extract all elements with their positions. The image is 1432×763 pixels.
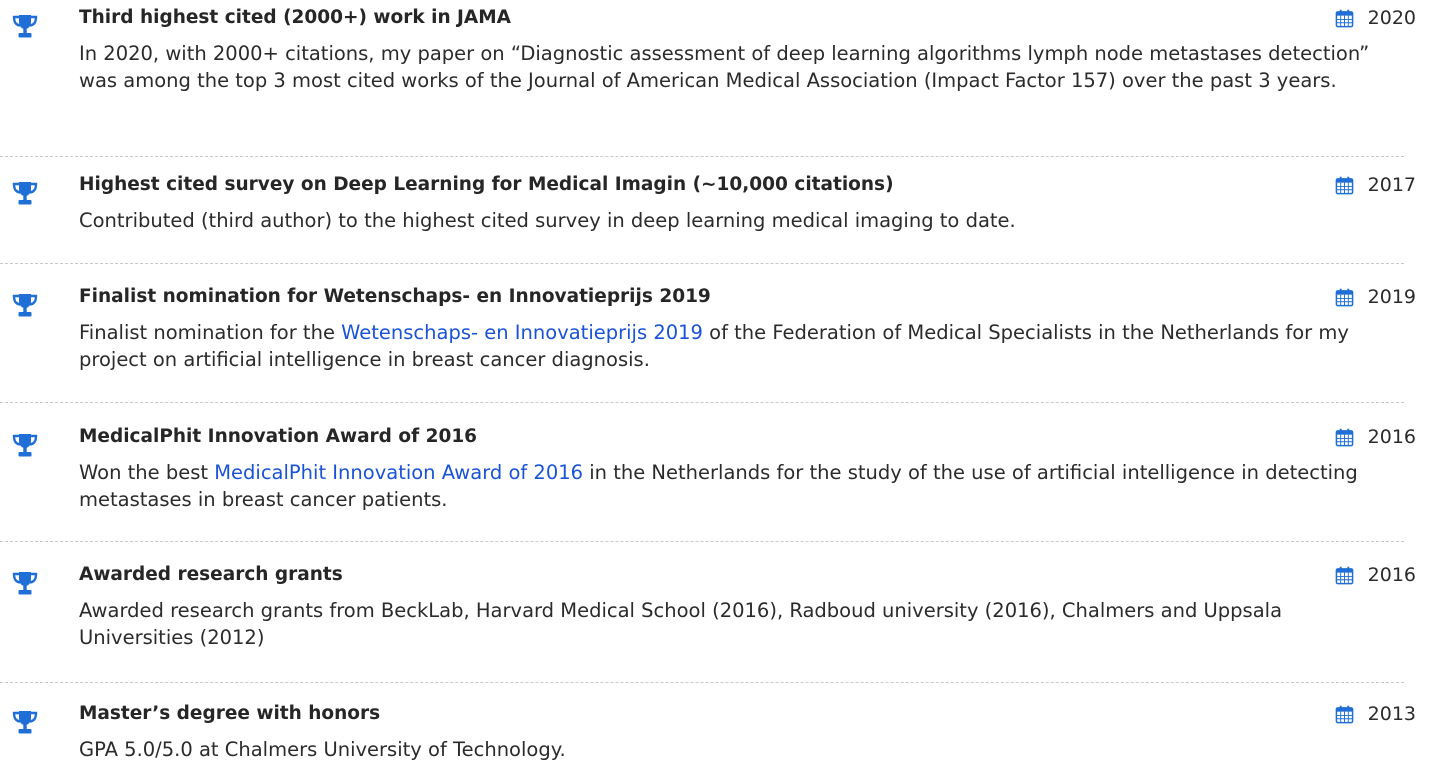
- award-item: Awarded research grants 2016 Awarded res…: [0, 563, 1432, 651]
- award-description: Awarded research grants from BeckLab, Ha…: [79, 597, 1416, 651]
- trophy-icon: [12, 711, 38, 734]
- trophy-icon: [12, 434, 38, 457]
- trophy-icon: [12, 182, 38, 205]
- award-description: In 2020, with 2000+ citations, my paper …: [79, 40, 1416, 94]
- award-link[interactable]: Wetenschaps- en Innovatieprijs 2019: [341, 321, 703, 344]
- award-title: Highest cited survey on Deep Learning fo…: [79, 174, 894, 195]
- calendar-icon: [1335, 9, 1353, 27]
- award-date: 2016: [1335, 563, 1416, 587]
- award-header: Third highest cited (2000+) work in JAMA…: [79, 6, 1416, 30]
- award-year: 2013: [1367, 703, 1416, 725]
- award-description: Won the best MedicalPhit Innovation Awar…: [79, 459, 1416, 513]
- award-header: Awarded research grants 2016: [79, 563, 1416, 587]
- calendar-icon: [1335, 705, 1353, 723]
- calendar-icon: [1335, 566, 1353, 584]
- award-title: Awarded research grants: [79, 564, 343, 585]
- award-year: 2017: [1367, 174, 1416, 196]
- award-date: 2013: [1335, 702, 1416, 726]
- award-item: Master’s degree with honors 2013 GPA 5.0…: [0, 702, 1432, 763]
- calendar-icon: [1335, 288, 1353, 306]
- award-year: 2019: [1367, 286, 1416, 308]
- award-description-text: In 2020, with 2000+ citations, my paper …: [79, 42, 1370, 92]
- trophy-icon: [12, 572, 38, 595]
- award-year: 2016: [1367, 564, 1416, 586]
- award-date: 2020: [1335, 6, 1416, 30]
- award-year: 2020: [1367, 7, 1416, 29]
- trophy-icon: [12, 15, 38, 38]
- award-title: Master’s degree with honors: [79, 703, 381, 724]
- award-link[interactable]: MedicalPhit Innovation Award of 2016: [214, 461, 583, 484]
- award-header: Master’s degree with honors 2013: [79, 702, 1416, 726]
- award-description-text: Awarded research grants from BeckLab, Ha…: [79, 599, 1283, 649]
- award-item: Highest cited survey on Deep Learning fo…: [0, 173, 1432, 234]
- award-description: Contributed (third author) to the highes…: [79, 207, 1416, 234]
- calendar-icon: [1335, 176, 1353, 194]
- award-header: MedicalPhit Innovation Award of 2016 201…: [79, 425, 1416, 449]
- separator: [0, 541, 1404, 542]
- trophy-icon: [12, 294, 38, 317]
- award-item: Third highest cited (2000+) work in JAMA…: [0, 6, 1432, 94]
- separator: [0, 156, 1404, 157]
- award-description-text: Contributed (third author) to the highes…: [79, 209, 1016, 232]
- award-year: 2016: [1367, 426, 1416, 448]
- award-description: Finalist nomination for the Wetenschaps-…: [79, 319, 1416, 373]
- award-header: Finalist nomination for Wetenschaps- en …: [79, 285, 1416, 309]
- award-description-text: GPA 5.0/5.0 at Chalmers University of Te…: [79, 738, 566, 761]
- separator: [0, 263, 1404, 264]
- award-description-text: Finalist nomination for the: [79, 321, 342, 344]
- award-date: 2019: [1335, 285, 1416, 309]
- award-date: 2016: [1335, 425, 1416, 449]
- award-date: 2017: [1335, 173, 1416, 197]
- award-title: Third highest cited (2000+) work in JAMA: [79, 7, 511, 28]
- award-header: Highest cited survey on Deep Learning fo…: [79, 173, 1416, 197]
- award-title: Finalist nomination for Wetenschaps- en …: [79, 286, 711, 307]
- award-item: Finalist nomination for Wetenschaps- en …: [0, 285, 1432, 373]
- award-item: MedicalPhit Innovation Award of 2016 201…: [0, 425, 1432, 513]
- award-description-text: Won the best: [79, 461, 215, 484]
- calendar-icon: [1335, 428, 1353, 446]
- award-title: MedicalPhit Innovation Award of 2016: [79, 426, 478, 447]
- separator: [0, 682, 1404, 683]
- award-description: GPA 5.0/5.0 at Chalmers University of Te…: [79, 736, 1416, 763]
- separator: [0, 402, 1404, 403]
